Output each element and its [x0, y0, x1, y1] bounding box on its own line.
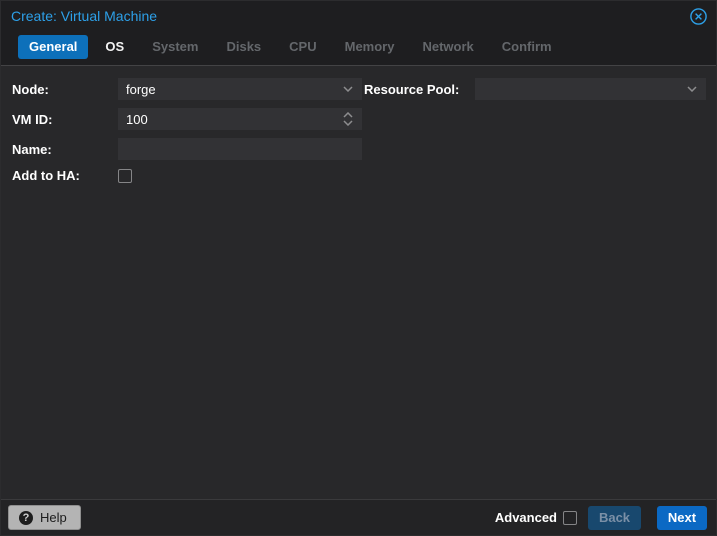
- name-label: Name:: [12, 141, 52, 157]
- tab-cpu: CPU: [289, 39, 317, 54]
- question-circle-icon: ?: [19, 510, 33, 525]
- footer-right-group: Advanced Back Next: [494, 505, 707, 530]
- tab-os[interactable]: OS: [94, 35, 135, 59]
- dialog-titlebar: Create: Virtual Machine: [1, 1, 716, 31]
- tab-general[interactable]: General: [18, 35, 89, 59]
- vmid-value: 100: [126, 111, 148, 127]
- tab-disks: Disks: [226, 39, 262, 54]
- help-button[interactable]: ? Help: [8, 505, 81, 530]
- dialog-title: Create: Virtual Machine: [11, 8, 158, 24]
- vmid-label: VM ID:: [12, 111, 53, 127]
- name-row: Name:: [11, 138, 362, 160]
- resource-pool-row: Resource Pool:: [362, 78, 706, 100]
- tab-memory: Memory: [344, 39, 395, 54]
- chevron-down-icon[interactable]: [340, 78, 356, 100]
- vmid-spinner[interactable]: 100: [118, 108, 362, 130]
- general-form: Node: forge VM ID: 100 Name: Add to HA: …: [1, 66, 716, 499]
- back-button: Back: [588, 505, 641, 530]
- node-combobox[interactable]: forge: [118, 78, 362, 100]
- form-left-column: Node: forge VM ID: 100 Name: Add to HA:: [11, 78, 362, 191]
- node-value: forge: [126, 81, 156, 97]
- add-to-ha-label: Add to HA:: [12, 168, 80, 183]
- form-right-column: Resource Pool:: [362, 78, 706, 108]
- next-button[interactable]: Next: [657, 505, 707, 530]
- help-button-label: Help: [40, 510, 67, 525]
- tab-confirm: Confirm: [501, 39, 552, 54]
- spinner-up-down-icons[interactable]: [340, 108, 356, 130]
- close-icon[interactable]: [690, 8, 707, 25]
- add-to-ha-row: Add to HA:: [11, 168, 362, 183]
- create-vm-dialog: Create: Virtual Machine General OS Syste…: [0, 0, 717, 536]
- tab-system: System: [152, 39, 199, 54]
- dialog-footer: ? Help Advanced Back Next: [1, 499, 716, 535]
- node-row: Node: forge: [11, 78, 362, 100]
- resource-pool-combobox[interactable]: [475, 78, 706, 100]
- wizard-tabbar: General OS System Disks CPU Memory Netwo…: [1, 31, 716, 66]
- add-to-ha-checkbox[interactable]: [118, 168, 132, 183]
- advanced-label: Advanced: [494, 510, 557, 525]
- name-input[interactable]: [126, 138, 356, 160]
- name-field-wrap: [118, 138, 362, 160]
- tab-network: Network: [422, 39, 474, 54]
- chevron-down-icon[interactable]: [684, 78, 700, 100]
- resource-pool-label: Resource Pool:: [364, 81, 460, 97]
- vmid-row: VM ID: 100: [11, 108, 362, 130]
- node-label: Node:: [12, 81, 49, 97]
- advanced-checkbox[interactable]: [563, 510, 577, 525]
